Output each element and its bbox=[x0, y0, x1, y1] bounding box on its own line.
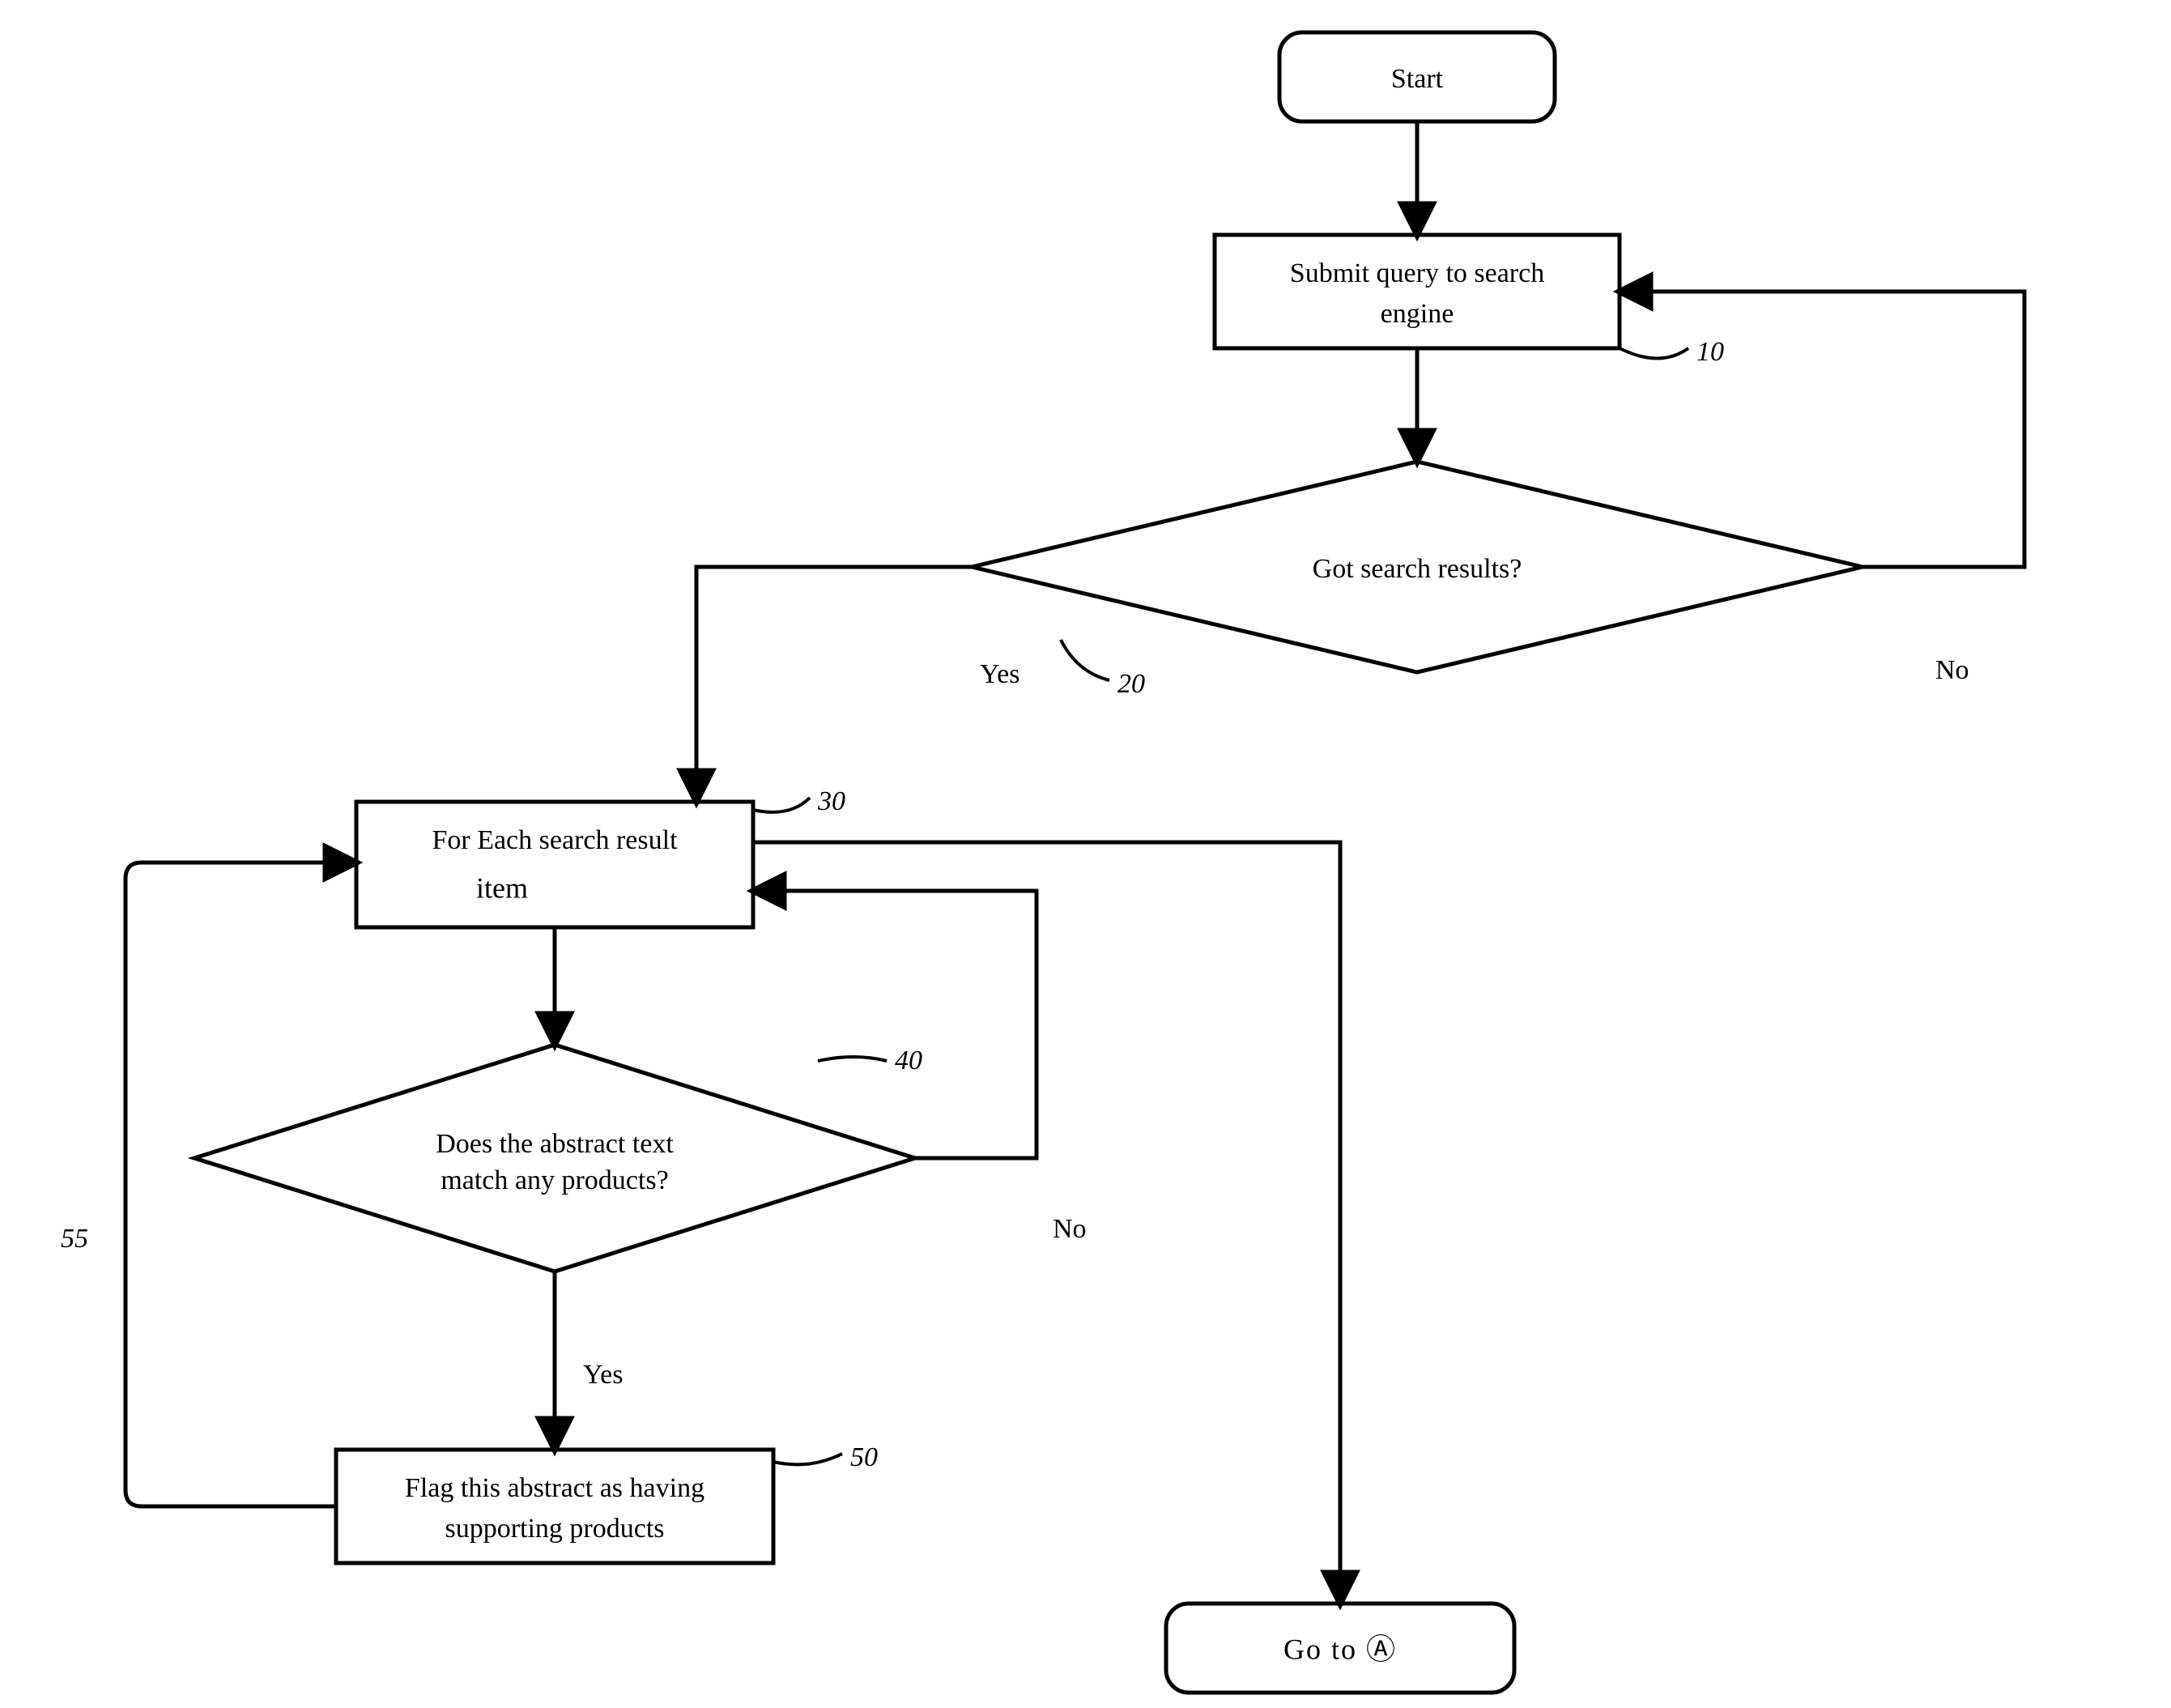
abstract-label-l2: match any products? bbox=[441, 1165, 668, 1195]
submit-label-l2: engine bbox=[1381, 299, 1454, 329]
edge-gotresults-yes-to-foreach bbox=[696, 567, 972, 802]
flowchart-diagram: Start Submit query to search engine 10 G… bbox=[0, 0, 2171, 1708]
node-got-results: Got search results? bbox=[972, 462, 1862, 672]
label-yes-gotresults: Yes bbox=[980, 659, 1020, 689]
goto-a-label: Go to Ⓐ bbox=[1283, 1633, 1397, 1665]
edge-flag-loop-to-foreach bbox=[126, 863, 356, 1506]
node-submit-query: Submit query to search engine bbox=[1215, 235, 1620, 348]
ref-30: 30 bbox=[817, 786, 845, 816]
node-abstract-match: Does the abstract text match any product… bbox=[194, 1045, 915, 1271]
edge-abstract-no-loop bbox=[753, 891, 1037, 1158]
node-for-each: For Each search result item bbox=[356, 802, 753, 927]
ref-50: 50 bbox=[850, 1442, 878, 1472]
start-label: Start bbox=[1391, 64, 1444, 94]
ref-20: 20 bbox=[1117, 669, 1145, 699]
flag-label-l2: supporting products bbox=[445, 1514, 664, 1544]
got-results-label: Got search results? bbox=[1313, 554, 1522, 584]
submit-label-l1: Submit query to search bbox=[1290, 258, 1544, 288]
ref-10: 10 bbox=[1696, 337, 1724, 367]
foreach-label-l1: For Each search result bbox=[432, 825, 678, 855]
label-no-gotresults: No bbox=[1935, 655, 1969, 685]
node-flag-abstract: Flag this abstract as having supporting … bbox=[336, 1450, 773, 1563]
label-no-abstract: No bbox=[1053, 1214, 1087, 1244]
node-goto-a: Go to Ⓐ bbox=[1166, 1604, 1514, 1693]
flag-label-l1: Flag this abstract as having bbox=[405, 1473, 705, 1503]
ref-40: 40 bbox=[895, 1046, 922, 1075]
node-start: Start bbox=[1279, 32, 1555, 121]
foreach-label-l2: item bbox=[476, 871, 528, 904]
ref-55: 55 bbox=[61, 1224, 88, 1254]
edge-foreach-to-gotoa bbox=[753, 842, 1340, 1604]
label-yes-abstract: Yes bbox=[583, 1360, 623, 1390]
abstract-label-l1: Does the abstract text bbox=[436, 1129, 674, 1159]
